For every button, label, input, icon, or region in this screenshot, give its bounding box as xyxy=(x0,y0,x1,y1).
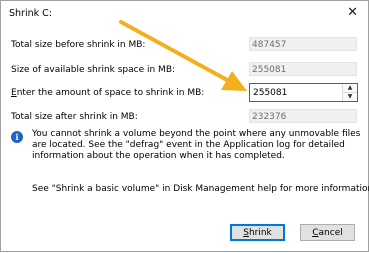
shrink-amount-stepper[interactable]: ▲ ▼ xyxy=(249,83,358,102)
shrink-amount-label: Enter the amount of space to shrink in M… xyxy=(11,88,205,98)
available-space-label: Size of available shrink space in MB: xyxy=(11,65,176,75)
info-message: You cannot shrink a volume beyond the po… xyxy=(32,129,361,161)
total-before-value: 487457 xyxy=(249,37,357,51)
total-after-value: 232376 xyxy=(249,109,357,123)
available-space-value: 255081 xyxy=(249,62,357,76)
shrink-dialog: Shrink C: ✕ Total size before shrink in … xyxy=(0,0,369,252)
total-after-label: Total size after shrink in MB: xyxy=(11,112,138,122)
info-icon: i xyxy=(11,131,23,143)
title-bar: Shrink C: ✕ xyxy=(1,1,368,27)
total-before-label: Total size before shrink in MB: xyxy=(11,40,146,50)
arrow-head xyxy=(221,71,247,91)
chevron-up-icon[interactable]: ▲ xyxy=(343,84,357,93)
help-message: See "Shrink a basic volume" in Disk Mana… xyxy=(32,184,369,194)
shrink-amount-input[interactable] xyxy=(250,84,342,101)
cancel-button[interactable]: Cancel xyxy=(300,224,355,241)
chevron-down-icon[interactable]: ▼ xyxy=(343,93,357,101)
spin-buttons: ▲ ▼ xyxy=(342,84,357,101)
shrink-button[interactable]: Shrink xyxy=(230,224,285,241)
window-title: Shrink C: xyxy=(9,8,52,19)
close-icon[interactable]: ✕ xyxy=(347,5,358,20)
